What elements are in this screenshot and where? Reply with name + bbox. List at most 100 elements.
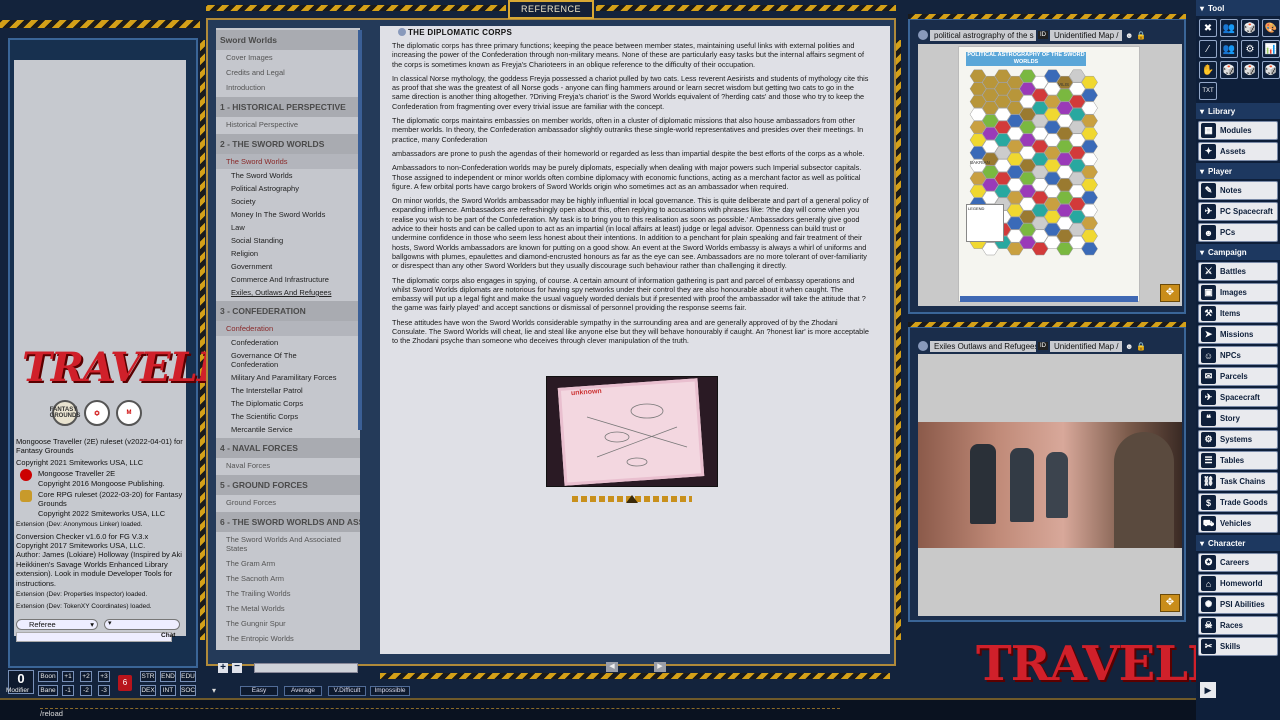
tool-button-4[interactable]: ⁄ bbox=[1199, 40, 1217, 58]
toc-entry[interactable]: Military And Paramilitary Forces bbox=[216, 371, 360, 384]
id-icon[interactable]: ID bbox=[1038, 31, 1048, 39]
toc-entry[interactable]: Political Astrography bbox=[216, 182, 360, 195]
map-resize-handle[interactable]: ✥ bbox=[1160, 284, 1180, 302]
remove-button[interactable]: − bbox=[232, 662, 242, 673]
sidebar-item-tables[interactable]: ☰ Tables bbox=[1198, 451, 1278, 470]
toc-entry[interactable]: The Sword Worlds bbox=[216, 169, 360, 182]
tool-button-12[interactable]: TXT bbox=[1199, 82, 1217, 100]
sidebar-item-images[interactable]: ▣ Images bbox=[1198, 283, 1278, 302]
sidebar-section-player[interactable]: ▾ Player bbox=[1196, 163, 1280, 179]
tool-button-9[interactable]: 🎲 bbox=[1220, 61, 1238, 79]
tool-button-7[interactable]: 📊 bbox=[1262, 40, 1280, 58]
sidebar-item-homeworld[interactable]: ⌂ Homeworld bbox=[1198, 574, 1278, 593]
toc-entry[interactable]: The Associated Worlds bbox=[216, 646, 360, 650]
identity-select[interactable]: Referee ▾ bbox=[16, 619, 98, 630]
link-icon[interactable] bbox=[918, 341, 928, 351]
minus2-button[interactable]: -2 bbox=[80, 685, 92, 696]
stat-int[interactable]: INT bbox=[160, 685, 176, 696]
toc-entry[interactable]: The Sword Worlds And Associated States bbox=[216, 532, 360, 556]
sidebar-section-campaign[interactable]: ▾ Campaign bbox=[1196, 244, 1280, 260]
sidebar-item-races[interactable]: ☠ Races bbox=[1198, 616, 1278, 635]
toc-entry[interactable]: Mercantile Service bbox=[216, 423, 360, 436]
toc-entry[interactable]: Commerce And Infrastructure bbox=[216, 273, 360, 286]
sidebar-section-library[interactable]: ▾ Library bbox=[1196, 103, 1280, 119]
toc-chapter[interactable]: Sword Worlds bbox=[216, 30, 360, 50]
toc-entry[interactable]: Money In The Sword Worlds bbox=[216, 208, 360, 221]
sidebar-expand-button[interactable]: ▶ bbox=[1200, 682, 1216, 698]
lock-icon[interactable]: 🔒 bbox=[1136, 342, 1146, 351]
difficulty-toggle[interactable]: ▾ bbox=[212, 686, 222, 696]
tool-button-1[interactable]: 👥 bbox=[1220, 19, 1238, 37]
difficulty-average[interactable]: Average bbox=[284, 686, 322, 696]
sidebar-item-parcels[interactable]: ✉ Parcels bbox=[1198, 367, 1278, 386]
tool-button-6[interactable]: ⚙ bbox=[1241, 40, 1259, 58]
toc-entry[interactable]: The Sacnoth Arm bbox=[216, 571, 360, 586]
toc-entry[interactable]: Confederation bbox=[216, 336, 360, 349]
chat-input[interactable] bbox=[16, 632, 172, 642]
plus2-button[interactable]: +2 bbox=[80, 671, 92, 682]
toc-chapter[interactable]: 1 - HISTORICAL PERSPECTIVE bbox=[216, 97, 360, 117]
toc-entry[interactable]: Law bbox=[216, 221, 360, 234]
map-tab-title[interactable]: political astrography of the s bbox=[930, 29, 1036, 41]
sidebar-item-psi-abilities[interactable]: ✺ PSI Abilities bbox=[1198, 595, 1278, 614]
toc-entry[interactable]: Cover Images bbox=[216, 50, 360, 65]
link-icon[interactable] bbox=[918, 30, 928, 40]
prev-page-button[interactable]: ◀ bbox=[606, 662, 618, 672]
toc-entry[interactable]: Exiles, Outlaws And Refugees bbox=[216, 286, 360, 299]
toc-chapter[interactable]: 4 - NAVAL FORCES bbox=[216, 438, 360, 458]
toc-entry[interactable]: Government bbox=[216, 260, 360, 273]
sidebar-item-careers[interactable]: ✪ Careers bbox=[1198, 553, 1278, 572]
toc-entry[interactable]: The Trailing Worlds bbox=[216, 586, 360, 601]
toc-chapter[interactable]: 3 - CONFEDERATION bbox=[216, 301, 360, 321]
toc-entry[interactable]: Introduction bbox=[216, 80, 360, 95]
sidebar-item-systems[interactable]: ⚙ Systems bbox=[1198, 430, 1278, 449]
reference-title[interactable]: Reference bbox=[508, 0, 594, 19]
plus1-button[interactable]: +1 bbox=[62, 671, 74, 682]
toc-entry[interactable]: The Entropic Worlds bbox=[216, 631, 360, 646]
toc-entry[interactable]: The Scientific Corps bbox=[216, 410, 360, 423]
sidebar-section-tool[interactable]: ▾ Tool bbox=[1196, 0, 1280, 16]
stat-end[interactable]: END bbox=[160, 671, 176, 682]
stat-str[interactable]: STR bbox=[140, 671, 156, 682]
tool-button-2[interactable]: 🎲 bbox=[1241, 19, 1259, 37]
toc-entry[interactable]: The Gungnir Spur bbox=[216, 616, 360, 631]
sidebar-item-notes[interactable]: ✎ Notes bbox=[1198, 181, 1278, 200]
plus3-button[interactable]: +3 bbox=[98, 671, 110, 682]
map-tab-title[interactable]: Exiles Outlaws and Refugees bbox=[930, 340, 1036, 352]
search-input[interactable] bbox=[254, 663, 358, 673]
toc-entry[interactable]: The Gram Arm bbox=[216, 556, 360, 571]
sidebar-item-missions[interactable]: ➤ Missions bbox=[1198, 325, 1278, 344]
map-resize-handle[interactable]: ✥ bbox=[1160, 594, 1180, 612]
minus1-button[interactable]: -1 bbox=[62, 685, 74, 696]
stat-edu[interactable]: EDU bbox=[180, 671, 196, 682]
toc-chapter[interactable]: 2 - THE SWORD WORLDS bbox=[216, 134, 360, 154]
toc-entry[interactable]: Historical Perspective bbox=[216, 117, 360, 132]
bane-button[interactable]: Bane bbox=[38, 685, 58, 696]
sidebar-item-trade-goods[interactable]: $ Trade Goods bbox=[1198, 493, 1278, 512]
sidebar-item-npcs[interactable]: ☺ NPCs bbox=[1198, 346, 1278, 365]
language-select[interactable]: ▾ bbox=[104, 619, 180, 630]
toc-chapter[interactable]: 6 - THE SWORD WORLDS AND ASSOCIATED STAT… bbox=[216, 512, 360, 532]
command-input[interactable]: /reload bbox=[40, 708, 840, 720]
stat-dex[interactable]: DEX bbox=[140, 685, 156, 696]
id-icon[interactable]: ID bbox=[1038, 342, 1048, 350]
difficulty-impossible[interactable]: Impossible bbox=[370, 686, 410, 696]
tool-button-3[interactable]: 🎨 bbox=[1262, 19, 1280, 37]
tool-button-0[interactable]: ✖ bbox=[1199, 19, 1217, 37]
red-die[interactable]: 6 bbox=[118, 675, 132, 691]
toc-scrollbar[interactable] bbox=[358, 30, 362, 430]
boon-button[interactable]: Boon bbox=[38, 671, 58, 682]
toc-entry[interactable]: Naval Forces bbox=[216, 458, 360, 473]
toc-entry[interactable]: Religion bbox=[216, 247, 360, 260]
link-icon[interactable] bbox=[398, 28, 406, 36]
toc-entry[interactable]: Governance Of The Confederation bbox=[216, 349, 360, 371]
add-button[interactable]: + bbox=[218, 663, 228, 673]
toc-entry[interactable]: Ground Forces bbox=[216, 495, 360, 510]
toc-entry[interactable]: Credits and Legal bbox=[216, 65, 360, 80]
lock-icon[interactable]: 🔒 bbox=[1136, 31, 1146, 40]
minus3-button[interactable]: -3 bbox=[98, 685, 110, 696]
tool-button-5[interactable]: 👥 bbox=[1220, 40, 1238, 58]
difficulty-easy[interactable]: Easy bbox=[240, 686, 278, 696]
sidebar-item-battles[interactable]: ⚔ Battles bbox=[1198, 262, 1278, 281]
sidebar-item-pcs[interactable]: ☻ PCs bbox=[1198, 223, 1278, 242]
